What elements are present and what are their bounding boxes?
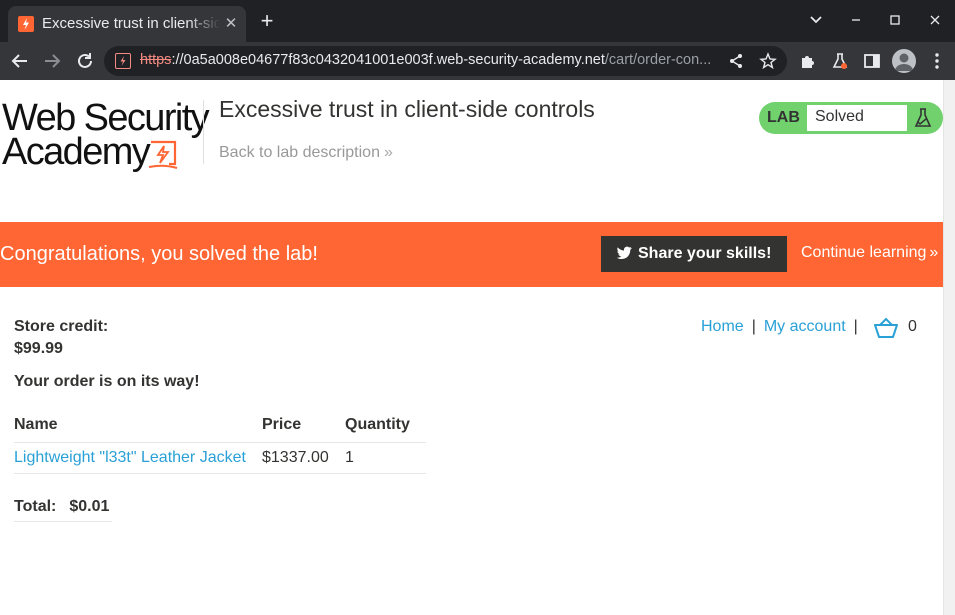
browser-tab-bar: Excessive trust in client-side controls …	[0, 0, 955, 42]
logo-line-2: Academy	[2, 131, 151, 173]
back-arrow-icon[interactable]	[9, 50, 31, 72]
solved-flask-icon	[914, 108, 932, 127]
solved-banner: Congratulations, you solved the lab! Sha…	[0, 222, 943, 287]
lab-tag: LAB	[767, 109, 800, 126]
lab-title: Excessive trust in client-side controls	[219, 96, 595, 122]
order-confirmation-message: Your order is on its way!	[14, 373, 200, 390]
portswigger-favicon-icon	[18, 16, 34, 32]
lab-flask-extension-icon[interactable]	[830, 51, 850, 71]
total-value: $0.01	[69, 498, 110, 515]
extensions-puzzle-icon[interactable]	[798, 51, 818, 71]
total-label: Total:	[14, 498, 57, 515]
not-secure-icon[interactable]	[115, 53, 131, 69]
profile-avatar-icon[interactable]	[892, 49, 916, 73]
product-name-link[interactable]: Lightweight "l33t" Leather Jacket	[14, 449, 246, 467]
url-scheme: https	[140, 52, 172, 68]
share-icon[interactable]	[727, 52, 745, 70]
window-close-icon[interactable]	[925, 12, 945, 32]
continue-learning-label: Continue learning	[801, 244, 927, 261]
reload-icon[interactable]	[74, 50, 96, 72]
web-security-academy-logo[interactable]: Web Security Academy	[0, 98, 210, 174]
tab-title: Excessive trust in client-side controls	[42, 15, 220, 32]
browser-toolbar: https://0a5a008e04677f83c0432041001e003f…	[0, 42, 955, 80]
home-link[interactable]: Home	[701, 318, 744, 335]
address-bar[interactable]: https://0a5a008e04677f83c0432041001e003f…	[104, 46, 787, 76]
back-link-label: Back to lab description	[219, 144, 380, 161]
double-chevron-right-icon: »	[929, 244, 939, 261]
twitter-bird-icon	[617, 246, 632, 260]
lab-status-widget: LAB Solved	[759, 102, 943, 134]
lab-status-box: Solved	[807, 105, 907, 131]
minimize-icon[interactable]	[846, 12, 866, 32]
product-quantity: 1	[345, 449, 354, 466]
maximize-icon[interactable]	[885, 12, 905, 32]
url-path: /cart/order-con...	[604, 52, 712, 68]
congratulations-message: Congratulations, you solved the lab!	[0, 243, 318, 265]
continue-learning-link[interactable]: Continue learning»	[801, 244, 938, 262]
column-header-name: Name	[14, 416, 58, 433]
share-your-skills-button[interactable]: Share your skills!	[601, 236, 787, 272]
new-tab-icon[interactable]: +	[256, 10, 278, 33]
url-host: ://0a5a008e04677f83c0432041001e003f.web-…	[171, 52, 605, 68]
top-navigation: Home | My account |	[701, 318, 866, 342]
table-divider	[14, 473, 426, 474]
column-header-price: Price	[262, 416, 302, 433]
store-credit-value: $99.99	[14, 340, 63, 357]
url-text: https://0a5a008e04677f83c0432041001e003f…	[140, 52, 720, 68]
cart-basket-icon[interactable]	[874, 317, 898, 339]
page-content: Web Security Academy Excessive trust in …	[0, 80, 943, 615]
back-to-lab-description-link[interactable]: Back to lab description»	[219, 144, 393, 162]
total-divider	[14, 521, 112, 522]
product-price: $1337.00	[262, 449, 329, 466]
header-divider	[203, 100, 204, 164]
share-button-label: Share your skills!	[638, 245, 772, 262]
tab-close-icon[interactable]: ✕	[222, 15, 240, 33]
nav-separator: |	[853, 318, 858, 335]
bookmark-star-icon[interactable]	[759, 52, 777, 70]
my-account-link[interactable]: My account	[764, 318, 846, 335]
order-total: Total: $0.01	[14, 498, 109, 516]
nav-separator: |	[751, 318, 756, 335]
column-header-quantity: Quantity	[345, 416, 410, 433]
side-panel-icon[interactable]	[862, 51, 882, 71]
double-chevron-right-icon: »	[383, 144, 393, 161]
cart-count: 0	[908, 318, 917, 335]
table-divider	[14, 442, 426, 443]
forward-arrow-icon[interactable]	[41, 50, 63, 72]
chrome-menu-icon[interactable]	[927, 51, 947, 71]
store-credit-label: Store credit:	[14, 318, 109, 335]
lab-status-text: Solved	[815, 108, 864, 125]
tab-search-icon[interactable]	[806, 12, 826, 32]
logo-bolt-icon	[148, 140, 178, 169]
browser-tab[interactable]: Excessive trust in client-side controls …	[8, 6, 246, 42]
page-scrollbar[interactable]	[943, 80, 955, 615]
